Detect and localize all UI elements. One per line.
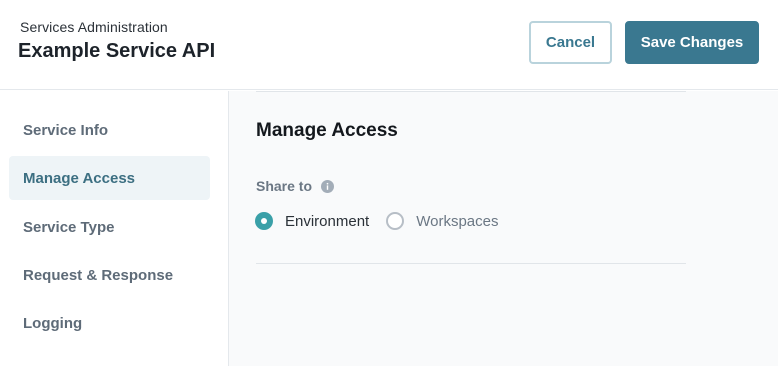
main-content: Manage Access Share to Environment Works… [229, 91, 778, 366]
services-admin-app: Services Administration Example Service … [0, 0, 778, 366]
radio-button-unchecked[interactable] [386, 212, 405, 230]
bottom-divider [256, 263, 686, 264]
radio-button-checked[interactable] [255, 212, 273, 230]
sidebar-item-logging[interactable]: Logging [9, 301, 210, 345]
section-title: Manage Access [256, 120, 398, 141]
sidebar-item-request-response[interactable]: Request & Response [9, 253, 210, 297]
sidebar-item-service-info[interactable]: Service Info [9, 108, 210, 152]
sidebar-item-label: Logging [23, 314, 83, 332]
save-changes-button[interactable]: Save Changes [625, 21, 759, 64]
top-divider [256, 91, 686, 92]
radio-label-workspaces: Workspaces [416, 212, 499, 230]
share-to-label: Share to [256, 178, 335, 194]
sidebar-item-label: Request & Response [23, 266, 174, 284]
radio-option-environment[interactable]: Environment [255, 212, 369, 230]
sidebar-item-label: Service Info [23, 121, 109, 139]
page-header: Services Administration Example Service … [0, 0, 778, 90]
sidebar-item-manage-access[interactable]: Manage Access [9, 156, 210, 200]
radio-option-workspaces[interactable]: Workspaces [386, 212, 498, 230]
breadcrumb-subtitle: Services Administration [20, 19, 168, 35]
sidebar-nav: Service Info Manage Access Service Type … [0, 91, 229, 366]
cancel-button[interactable]: Cancel [529, 21, 612, 64]
sidebar-item-label: Service Type [23, 218, 115, 236]
info-icon[interactable] [321, 179, 335, 193]
sidebar-item-service-type[interactable]: Service Type [9, 205, 210, 249]
page-title: Example Service API [18, 40, 216, 62]
radio-label-environment: Environment [285, 212, 370, 230]
sidebar-item-label: Manage Access [23, 169, 136, 187]
share-to-text: Share to [256, 178, 313, 194]
share-to-radio-group: Environment Workspaces [255, 211, 498, 231]
